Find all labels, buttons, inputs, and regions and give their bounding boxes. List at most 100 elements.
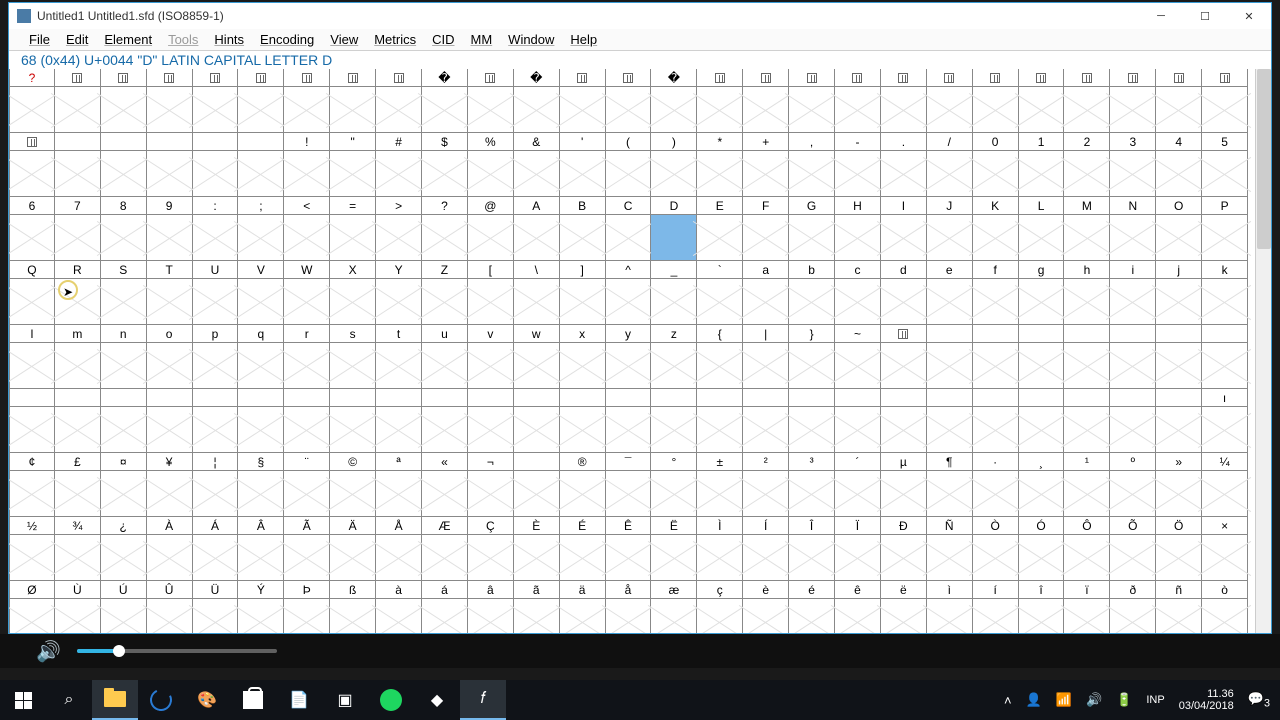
glyph-cell[interactable] (9, 343, 55, 389)
glyph-cell[interactable] (697, 215, 743, 261)
glyph-cell[interactable] (651, 87, 697, 133)
glyph-cell[interactable] (743, 343, 789, 389)
glyph-header[interactable]: % (468, 133, 514, 151)
glyph-header[interactable]: c (835, 261, 881, 279)
glyph-header[interactable]: _ (651, 261, 697, 279)
glyph-cell[interactable] (101, 343, 147, 389)
glyph-cell[interactable] (376, 215, 422, 261)
glyph-cell[interactable] (973, 87, 1019, 133)
glyph-header[interactable] (55, 69, 101, 87)
scrollbar-thumb[interactable] (1257, 69, 1271, 249)
glyph-header[interactable]: } (789, 325, 835, 343)
glyph-cell[interactable] (147, 279, 193, 325)
glyph-cell[interactable] (376, 87, 422, 133)
glyph-cell[interactable] (55, 599, 101, 633)
glyph-cell[interactable] (697, 151, 743, 197)
taskbar-explorer[interactable] (92, 680, 138, 720)
glyph-header[interactable]: Ô (1064, 517, 1110, 535)
glyph-cell[interactable] (9, 215, 55, 261)
glyph-header[interactable]: 9 (147, 197, 193, 215)
glyph-header[interactable]: D (651, 197, 697, 215)
glyph-header[interactable]: ê (835, 581, 881, 599)
glyph-header[interactable] (1019, 69, 1065, 87)
glyph-header[interactable]: Õ (1110, 517, 1156, 535)
glyph-cell[interactable] (376, 535, 422, 581)
glyph-header[interactable] (560, 69, 606, 87)
glyph-header[interactable]: x (560, 325, 606, 343)
glyph-header[interactable] (1110, 389, 1156, 407)
glyph-cell[interactable] (9, 151, 55, 197)
glyph-cell[interactable] (1156, 599, 1202, 633)
glyph-cell[interactable] (147, 535, 193, 581)
glyph-header[interactable]: > (376, 197, 422, 215)
glyph-header[interactable]: e (927, 261, 973, 279)
glyph-cell[interactable] (606, 215, 652, 261)
glyph-header[interactable]: : (193, 197, 239, 215)
glyph-cell[interactable] (881, 279, 927, 325)
glyph-header[interactable]: ; (238, 197, 284, 215)
glyph-header[interactable] (1110, 325, 1156, 343)
glyph-header[interactable]: ï (1064, 581, 1110, 599)
menu-help[interactable]: Help (562, 30, 605, 49)
glyph-header[interactable] (881, 69, 927, 87)
glyph-header[interactable] (835, 69, 881, 87)
glyph-header[interactable]: Ï (835, 517, 881, 535)
glyph-cell[interactable] (468, 151, 514, 197)
glyph-header[interactable]: @ (468, 197, 514, 215)
glyph-header[interactable]: Ñ (927, 517, 973, 535)
glyph-header[interactable]: [ (468, 261, 514, 279)
glyph-header[interactable] (514, 389, 560, 407)
glyph-header[interactable]: Í (743, 517, 789, 535)
glyph-header[interactable] (422, 389, 468, 407)
glyph-cell[interactable] (330, 407, 376, 453)
glyph-cell[interactable] (238, 215, 284, 261)
glyph-cell[interactable] (927, 407, 973, 453)
glyph-cell[interactable] (1156, 151, 1202, 197)
glyph-header[interactable]: E (697, 197, 743, 215)
glyph-header[interactable]: " (330, 133, 376, 151)
glyph-header[interactable] (1202, 325, 1248, 343)
glyph-cell[interactable] (606, 471, 652, 517)
menu-hints[interactable]: Hints (206, 30, 252, 49)
glyph-cell[interactable] (238, 471, 284, 517)
glyph-cell[interactable] (1019, 343, 1065, 389)
glyph-header[interactable]: ` (697, 261, 743, 279)
glyph-header[interactable]: Á (193, 517, 239, 535)
glyph-cell[interactable] (468, 343, 514, 389)
glyph-header[interactable]: s (330, 325, 376, 343)
glyph-header[interactable]: 0 (973, 133, 1019, 151)
glyph-cell[interactable] (330, 343, 376, 389)
glyph-cell[interactable] (697, 87, 743, 133)
glyph-cell[interactable] (193, 343, 239, 389)
glyph-cell[interactable] (193, 535, 239, 581)
glyph-cell[interactable] (514, 279, 560, 325)
glyph-header[interactable] (697, 69, 743, 87)
taskbar-app3[interactable]: ◆ (414, 680, 460, 720)
glyph-header[interactable]: Ê (606, 517, 652, 535)
glyph-cell[interactable] (560, 599, 606, 633)
glyph-cell[interactable] (330, 471, 376, 517)
glyph-header[interactable]: å (606, 581, 652, 599)
glyph-cell[interactable] (743, 535, 789, 581)
glyph-cell[interactable] (835, 151, 881, 197)
glyph-header[interactable] (284, 69, 330, 87)
glyph-header[interactable] (927, 69, 973, 87)
glyph-cell[interactable] (330, 215, 376, 261)
glyph-cell[interactable] (238, 151, 284, 197)
glyph-cell[interactable] (376, 599, 422, 633)
glyph-cell[interactable] (468, 471, 514, 517)
glyph-cell[interactable] (606, 599, 652, 633)
glyph-header[interactable]: ¸ (1019, 453, 1065, 471)
glyph-header[interactable]: í (973, 581, 1019, 599)
glyph-cell[interactable] (9, 599, 55, 633)
glyph-cell[interactable] (238, 407, 284, 453)
glyph-cell[interactable] (238, 599, 284, 633)
glyph-cell[interactable] (606, 535, 652, 581)
glyph-header[interactable] (973, 389, 1019, 407)
glyph-header[interactable]: h (1064, 261, 1110, 279)
glyph-header[interactable]: I (881, 197, 927, 215)
glyph-header[interactable] (376, 69, 422, 87)
glyph-cell[interactable] (1156, 279, 1202, 325)
glyph-cell[interactable] (376, 151, 422, 197)
glyph-cell[interactable] (1202, 87, 1248, 133)
